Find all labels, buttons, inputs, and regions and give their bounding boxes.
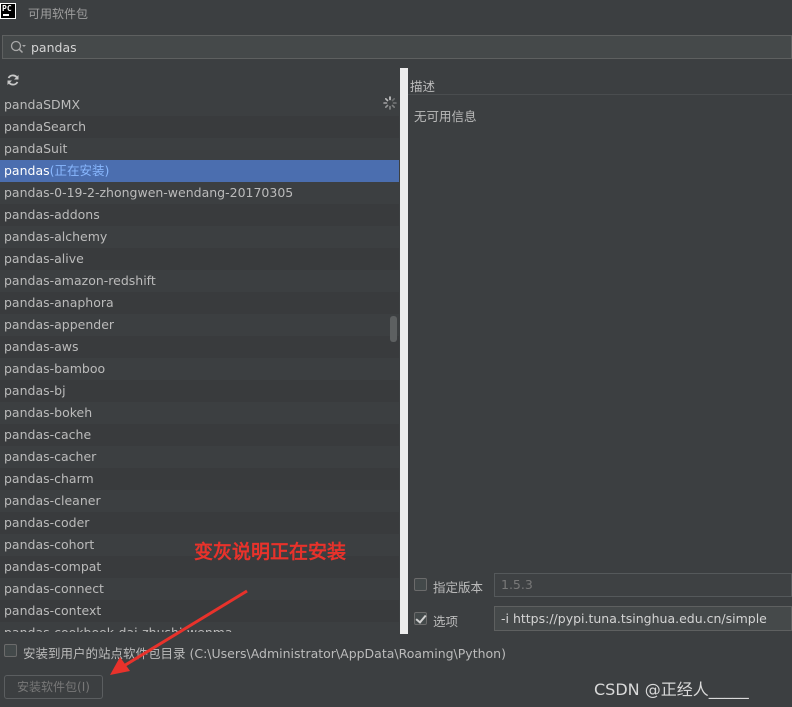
package-list-item[interactable]: pandas-cache	[0, 424, 399, 446]
package-name: pandas-appender	[4, 317, 115, 332]
description-text: 无可用信息	[414, 109, 477, 124]
package-list-item[interactable]: pandaSearch	[0, 116, 399, 138]
title-bar	[0, 0, 792, 26]
options-label: 选项	[433, 614, 459, 629]
package-name: pandas-amazon-redshift	[4, 273, 156, 288]
package-name: pandas-compat	[4, 559, 102, 574]
package-name: pandas-context	[4, 603, 102, 618]
package-list-item[interactable]: pandas-cleaner	[0, 490, 399, 512]
package-name: pandaSDMX	[4, 97, 81, 112]
package-name: pandas-charm	[4, 471, 94, 486]
package-list-item[interactable]: pandas-appender	[0, 314, 399, 336]
watermark: CSDN @正经人_____	[594, 680, 749, 699]
package-name: pandas-cleaner	[4, 493, 101, 508]
search-icon[interactable]	[10, 40, 26, 54]
package-list-item[interactable]: pandas-bamboo	[0, 358, 399, 380]
package-list-item[interactable]: pandaSuit	[0, 138, 399, 160]
window-title: 可用软件包	[28, 7, 89, 21]
package-name: pandaSuit	[4, 141, 68, 156]
package-name: pandas-addons	[4, 207, 100, 222]
package-list-item[interactable]: pandas-aws	[0, 336, 399, 358]
specify-version-checkbox[interactable]	[414, 578, 427, 591]
package-list-item[interactable]: pandas-amazon-redshift	[0, 270, 399, 292]
package-name: pandas-alive	[4, 251, 84, 266]
user-site-checkbox[interactable]	[4, 644, 17, 657]
version-select[interactable]: 1.5.3	[494, 573, 792, 597]
package-name: pandas-cache	[4, 427, 92, 442]
package-name: pandas-anaphora	[4, 295, 114, 310]
description-label: 描述	[410, 79, 436, 94]
search-box[interactable]	[2, 35, 792, 59]
package-list-item[interactable]: pandas-addons	[0, 204, 399, 226]
package-name: pandas-aws	[4, 339, 79, 354]
specify-version-label: 指定版本	[433, 580, 484, 595]
package-name: pandas-cacher	[4, 449, 97, 464]
pycharm-logo-icon: PC	[0, 3, 16, 19]
package-name: pandas-cohort	[4, 537, 95, 552]
package-list-item[interactable]: pandas-anaphora	[0, 292, 399, 314]
user-site-label: 安装到用户的站点软件包目录 (C:\Users\Administrator\Ap…	[23, 646, 506, 661]
package-list-item[interactable]: pandas-bj	[0, 380, 399, 402]
package-list-item[interactable]: pandas(正在安装)	[0, 160, 399, 182]
loading-spinner-icon	[383, 96, 397, 110]
install-package-button[interactable]: 安装软件包(I)	[4, 675, 103, 699]
description-header	[408, 70, 792, 95]
pane-splitter[interactable]	[400, 68, 408, 634]
package-list-item[interactable]: pandaSDMX	[0, 94, 399, 116]
list-scrollbar-thumb[interactable]	[390, 316, 397, 342]
search-input[interactable]	[31, 38, 731, 56]
package-name: pandas-connect	[4, 581, 104, 596]
package-name: pandas-0-19-2-zhongwen-wendang-20170305	[4, 185, 294, 200]
description-panel	[408, 96, 792, 562]
refresh-icon[interactable]	[6, 73, 20, 87]
package-name: pandas-alchemy	[4, 229, 108, 244]
annotation-arrow-icon	[110, 589, 248, 675]
package-list-item[interactable]: pandas-coder	[0, 512, 399, 534]
annotation-text: 变灰说明正在安装	[194, 541, 347, 563]
package-name: pandas-bokeh	[4, 405, 93, 420]
package-name: pandas-coder	[4, 515, 90, 530]
package-list-item[interactable]: pandas-charm	[0, 468, 399, 490]
package-list-item[interactable]: pandas-cacher	[0, 446, 399, 468]
package-name: pandas	[4, 163, 50, 178]
package-name: pandas-bamboo	[4, 361, 106, 376]
options-input[interactable]: -i https://pypi.tuna.tsinghua.edu.cn/sim…	[494, 606, 792, 631]
package-name: pandaSearch	[4, 119, 87, 134]
package-name: pandas-bj	[4, 383, 66, 398]
options-checkbox[interactable]	[414, 612, 427, 625]
package-list-item[interactable]: pandas-alchemy	[0, 226, 399, 248]
package-list-item[interactable]: pandas-alive	[0, 248, 399, 270]
package-list-item[interactable]: pandas-0-19-2-zhongwen-wendang-20170305	[0, 182, 399, 204]
installing-status: (正在安装)	[49, 163, 110, 178]
package-list-item[interactable]: pandas-bokeh	[0, 402, 399, 424]
